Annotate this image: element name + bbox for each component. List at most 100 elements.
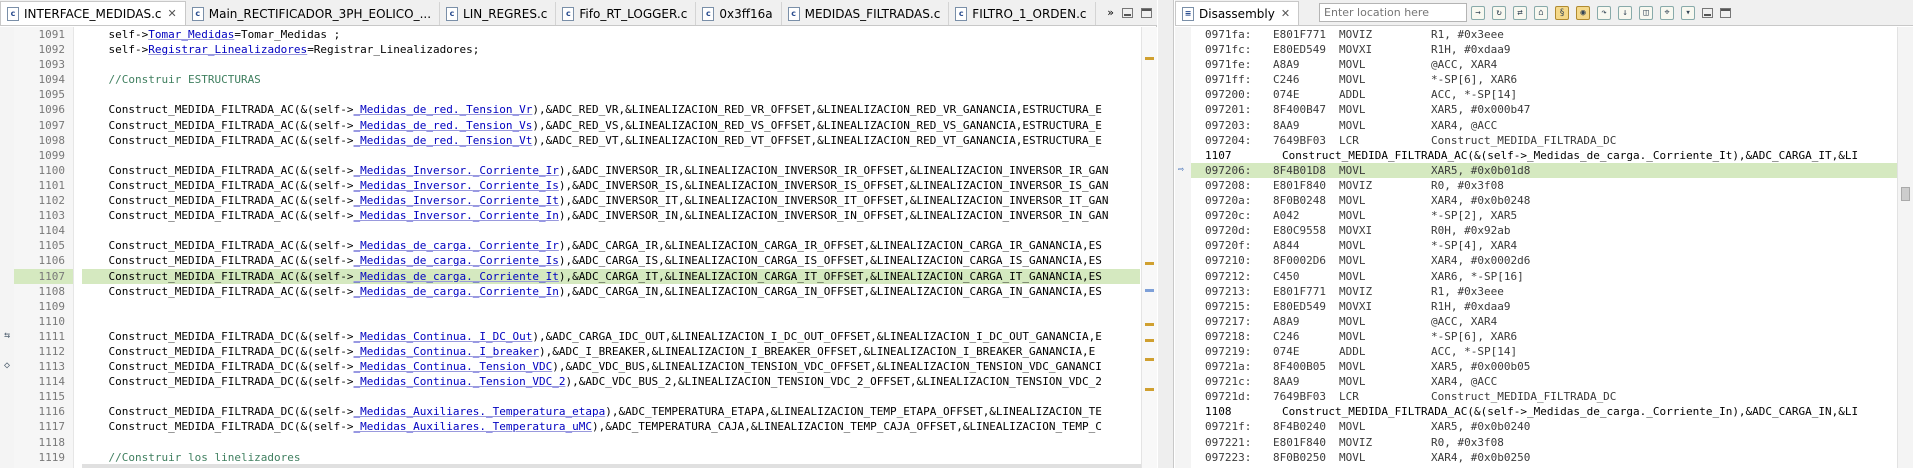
instruction-row[interactable]: 097208: E801F840 MOVIZ R0, #0x3f08 xyxy=(1191,178,1897,193)
code-line[interactable] xyxy=(82,435,1140,450)
step-into-icon[interactable]: ↓ xyxy=(1618,5,1633,20)
editor-tab[interactable]: c LIN_REGRES.c xyxy=(440,2,557,25)
vertical-scrollbar[interactable] xyxy=(1897,27,1913,468)
code-line[interactable]: Construct_MEDIDA_FILTRADA_DC(&(self->_Me… xyxy=(82,419,1140,434)
code-line[interactable]: Construct_MEDIDA_FILTRADA_AC(&(self->_Me… xyxy=(82,253,1140,268)
code-line[interactable] xyxy=(82,57,1140,72)
code-line[interactable]: //Construir los linelizadores xyxy=(82,450,1140,465)
editor-tab[interactable]: c Main_RECTIFICADOR_3PH_EOLICO_... xyxy=(185,2,441,25)
home-icon[interactable]: ⌂ xyxy=(1534,5,1549,20)
instruction-row[interactable]: 097217: A8A9 MOVL @ACC, XAR4 xyxy=(1191,314,1897,329)
instruction-row[interactable]: 097213: E801F771 MOVIZ R1, #0x3eee xyxy=(1191,284,1897,299)
maximize-icon[interactable] xyxy=(1141,7,1152,18)
code-line[interactable]: Construct_MEDIDA_FILTRADA_AC(&(self->_Me… xyxy=(82,208,1140,223)
close-icon[interactable]: ✕ xyxy=(168,7,177,20)
overview-mark[interactable] xyxy=(1145,358,1154,361)
editor-tab[interactable]: c INTERFACE_MEDIDAS.c ✕ xyxy=(0,1,186,25)
instruction-row[interactable]: 097221: E801F840 MOVIZ R0, #0x3f08 xyxy=(1191,435,1897,450)
instruction-row[interactable]: 097218: C246 MOVL *-SP[6], XAR6 xyxy=(1191,329,1897,344)
editor-tab[interactable]: c Fifo_RT_LOGGER.c xyxy=(556,2,697,25)
pin-view-icon[interactable]: ⌖ xyxy=(1660,5,1675,20)
show-source-icon[interactable]: § xyxy=(1555,5,1570,20)
disassembly-body[interactable]: ⇨ 0971fa: E801F771 MOVIZ R1, #0x3eee 0971fc:… xyxy=(1175,27,1913,468)
overview-mark[interactable] xyxy=(1145,57,1154,60)
open-new-view-icon[interactable]: ◫ xyxy=(1639,5,1654,20)
tab-overflow-icon[interactable]: » xyxy=(1107,6,1114,19)
code-line[interactable]: Construct_MEDIDA_FILTRADA_AC(&(self->_Me… xyxy=(82,238,1140,253)
overview-mark[interactable] xyxy=(1145,388,1154,391)
instruction-row[interactable]: 09721c: 8AA9 MOVL XAR4, @ACC xyxy=(1191,374,1897,389)
code-line[interactable]: Construct_MEDIDA_FILTRADA_DC(&(self->_Me… xyxy=(82,404,1140,419)
instruction-row[interactable]: 097223: 8F0B0250 MOVL XAR4, #0x0b0250 xyxy=(1191,450,1897,465)
step-over-icon[interactable]: ↷ xyxy=(1597,5,1612,20)
code-line[interactable]: Construct_MEDIDA_FILTRADA_AC(&(self->_Me… xyxy=(82,133,1140,148)
code-line[interactable]: Construct_MEDIDA_FILTRADA_DC(&(self->_Me… xyxy=(82,359,1140,374)
instruction-row[interactable]: 09720c: A042 MOVL *-SP[2], XAR5 xyxy=(1191,208,1897,223)
instruction-row[interactable]: 0971ff: C246 MOVL *-SP[6], XAR6 xyxy=(1191,72,1897,87)
editor-tab[interactable]: c MEDIDAS_FILTRADAS.c xyxy=(781,2,950,25)
instruction-row[interactable]: 09721f: 8F4B0240 MOVL XAR5, #0x0b0240 xyxy=(1191,419,1897,434)
line-number-gutter[interactable]: 1091 1092 1093 1094 1095 1096 1097 1098 1099 1100… xyxy=(14,27,74,468)
refresh-icon[interactable]: ↻ xyxy=(1492,5,1507,20)
disassembly-gutter[interactable]: ⇨ xyxy=(1175,27,1191,468)
instruction-row[interactable]: 097219: 074E ADDL ACC, *-SP[14] xyxy=(1191,344,1897,359)
go-to-location-icon[interactable]: → xyxy=(1471,5,1486,20)
instruction-row[interactable]: 097210: 8F0002D6 MOVL XAR4, #0x0002d6 xyxy=(1191,253,1897,268)
source-line-row[interactable]: 1108 Construct_MEDIDA_FILTRADA_AC(&(self… xyxy=(1191,404,1897,419)
tab-disassembly[interactable]: ≡ Disassembly ✕ xyxy=(1175,1,1300,25)
overview-ruler[interactable] xyxy=(1141,27,1157,468)
instruction-row[interactable]: 097201: 8F400B47 MOVL XAR5, #0x000b47 xyxy=(1191,102,1897,117)
code-line[interactable]: Construct_MEDIDA_FILTRADA_DC(&(self->_Me… xyxy=(82,344,1140,359)
minimize-icon[interactable] xyxy=(1702,7,1714,18)
instruction-row[interactable]: 0971fe: A8A9 MOVL @ACC, XAR4 xyxy=(1191,57,1897,72)
instruction-row[interactable]: 09720d: E80C9558 MOVXI R0H, #0x92ab xyxy=(1191,223,1897,238)
show-symbols-icon[interactable]: ◉ xyxy=(1576,5,1591,20)
code-line[interactable] xyxy=(82,87,1140,102)
current-instruction-row[interactable]: 097206: 8F4B01D8 MOVL XAR5, #0x0b01d8 xyxy=(1191,162,1897,178)
instruction-row[interactable]: 097204: 7649BF03 LCR Construct_MEDIDA_FILTR… xyxy=(1191,133,1897,148)
code-line[interactable]: Construct_MEDIDA_FILTRADA_DC(&(self->_Me… xyxy=(82,329,1140,344)
overview-mark[interactable] xyxy=(1145,339,1154,342)
instruction-row[interactable]: 09720a: 8F0B0248 MOVL XAR4, #0x0b0248 xyxy=(1191,193,1897,208)
editor-tab[interactable]: c 0x3ff16a xyxy=(696,2,782,25)
code-line[interactable]: Construct_MEDIDA_FILTRADA_AC(&(self->_Me… xyxy=(82,284,1140,299)
horizontal-scrollbar[interactable] xyxy=(82,464,1141,468)
code-line[interactable] xyxy=(82,148,1140,163)
code-line[interactable]: //Construir ESTRUCTURAS xyxy=(82,72,1140,87)
instruction-row[interactable]: 0971fc: E80ED549 MOVXI R1H, #0xdaa9 xyxy=(1191,42,1897,57)
location-input[interactable] xyxy=(1319,3,1468,22)
code-line[interactable]: Construct_MEDIDA_FILTRADA_AC(&(self->_Me… xyxy=(82,163,1140,178)
code-line[interactable] xyxy=(82,314,1140,329)
annotation-ruler[interactable]: ⇆ ◇ xyxy=(0,27,14,468)
close-icon[interactable]: ✕ xyxy=(1281,7,1290,20)
code-line[interactable] xyxy=(82,389,1140,404)
code-line[interactable] xyxy=(82,299,1140,314)
code-line[interactable]: Construct_MEDIDA_FILTRADA_AC(&(self->_Me… xyxy=(82,118,1140,133)
overview-mark[interactable] xyxy=(1145,262,1154,265)
instruction-row[interactable]: 09721a: 8F400B05 MOVL XAR5, #0x000b05 xyxy=(1191,359,1897,374)
code-line[interactable]: Construct_MEDIDA_FILTRADA_AC(&(self->_Me… xyxy=(82,178,1140,193)
instruction-row[interactable]: 09721d: 7649BF03 LCR Construct_MEDIDA_FILTR… xyxy=(1191,389,1897,404)
editor-tab[interactable]: c FILTRO_1_ORDEN.c xyxy=(949,2,1096,25)
editor-body[interactable]: ⇆ ◇ 1091 1092 1093 1094 1095 1096 1097 1098 1099… xyxy=(0,27,1157,468)
code-line[interactable]: self->Tomar_Medidas=Tomar_Medidas ; xyxy=(82,27,1140,42)
instruction-row[interactable]: 097215: E80ED549 MOVXI R1H, #0xdaa9 xyxy=(1191,299,1897,314)
code-line[interactable] xyxy=(82,223,1140,238)
link-with-active-context-icon[interactable]: ⇄ xyxy=(1513,5,1528,20)
maximize-icon[interactable] xyxy=(1720,7,1732,18)
code-line[interactable]: Construct_MEDIDA_FILTRADA_DC(&(self->_Me… xyxy=(82,374,1140,389)
code-line[interactable]: Construct_MEDIDA_FILTRADA_AC(&(self->_Me… xyxy=(82,102,1140,117)
instruction-row[interactable]: 0971fa: E801F771 MOVIZ R1, #0x3eee xyxy=(1191,27,1897,42)
code-line[interactable]: Construct_MEDIDA_FILTRADA_AC(&(self->_Me… xyxy=(82,193,1140,208)
source-line-row[interactable]: 1107 Construct_MEDIDA_FILTRADA_AC(&(self… xyxy=(1191,148,1897,163)
current-code-line[interactable]: Construct_MEDIDA_FILTRADA_AC(&(self->_Me… xyxy=(82,268,1140,284)
instruction-row[interactable]: 097200: 074E ADDL ACC, *-SP[14] xyxy=(1191,87,1897,102)
instruction-row[interactable]: 097203: 8AA9 MOVL XAR4, @ACC xyxy=(1191,118,1897,133)
view-menu-icon[interactable]: ▾ xyxy=(1681,5,1696,20)
disassembly-rows[interactable]: 0971fa: E801F771 MOVIZ R1, #0x3eee 0971fc: E8… xyxy=(1191,27,1897,465)
pane-sash[interactable] xyxy=(1158,0,1174,468)
overview-mark[interactable] xyxy=(1145,289,1154,292)
code-line[interactable]: self->Registrar_Linealizadores=Registrar… xyxy=(82,42,1140,57)
scrollbar-thumb[interactable] xyxy=(1901,187,1910,201)
instruction-row[interactable]: 097212: C450 MOVL XAR6, *-SP[16] xyxy=(1191,269,1897,284)
